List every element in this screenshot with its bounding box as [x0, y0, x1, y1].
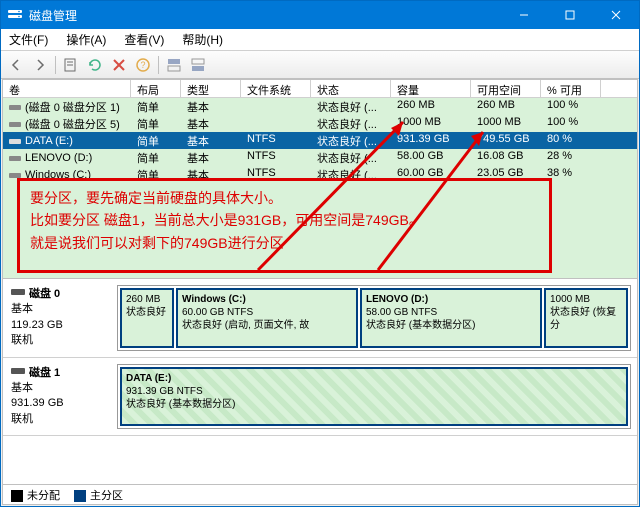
col-capacity[interactable]: 容量 [391, 80, 471, 97]
disk-info: 磁盘 0 基本 119.23 GB 联机 [9, 285, 107, 351]
properties-icon[interactable] [62, 56, 80, 74]
partition[interactable]: LENOVO (D:) 58.00 GB NTFS 状态良好 (基本数据分区) [360, 288, 542, 348]
partition[interactable]: DATA (E:) 931.39 GB NTFS 状态良好 (基本数据分区) [120, 367, 628, 427]
menu-view[interactable]: 查看(V) [120, 29, 168, 50]
view-top-icon[interactable] [165, 56, 183, 74]
legend-unallocated: 未分配 [11, 487, 60, 503]
disk-row: 磁盘 1 基本 931.39 GB 联机 DATA (E:) 931.39 GB… [3, 358, 637, 437]
table-row[interactable]: (磁盘 0 磁盘分区 5) 简单基本状态良好 (...1000 MB1000 M… [3, 115, 637, 132]
table-row[interactable]: DATA (E:) 简单基本NTFS状态良好 (...931.39 GB749.… [3, 132, 637, 149]
minimize-button[interactable] [501, 1, 547, 29]
disk-icon [11, 287, 25, 302]
legend-primary: 主分区 [74, 487, 123, 503]
table-row[interactable]: LENOVO (D:) 简单基本NTFS状态良好 (...58.00 GB16.… [3, 149, 637, 166]
disk-info: 磁盘 1 基本 931.39 GB 联机 [9, 364, 107, 430]
menu-file[interactable]: 文件(F) [5, 29, 52, 50]
partition[interactable]: Windows (C:) 60.00 GB NTFS 状态良好 (启动, 页面文… [176, 288, 358, 348]
refresh-icon[interactable] [86, 56, 104, 74]
annotation-line: 就是说我们可以对剩下的749GB进行分区 [30, 232, 539, 254]
app-icon [7, 7, 23, 23]
disk-icon [11, 366, 25, 381]
col-layout[interactable]: 布局 [131, 80, 181, 97]
window-title: 磁盘管理 [29, 7, 77, 24]
help-icon[interactable]: ? [134, 56, 152, 74]
content-area: 卷 布局 类型 文件系统 状态 容量 可用空间 % 可用 (磁盘 0 磁盘分区 … [2, 79, 638, 505]
drive-icon [9, 153, 21, 163]
partition[interactable]: 1000 MB 状态良好 (恢复分 [544, 288, 628, 348]
col-volume[interactable]: 卷 [3, 80, 131, 97]
toolbar: ? [1, 51, 639, 79]
disk-row: 磁盘 0 基本 119.23 GB 联机 260 MB 状态良好 Windows… [3, 279, 637, 358]
drive-icon [9, 102, 21, 112]
maximize-button[interactable] [547, 1, 593, 29]
window-titlebar: 磁盘管理 [1, 1, 639, 29]
annotation-line: 比如要分区 磁盘1，当前总大小是931GB，可用空间是749GB。 [30, 209, 539, 231]
partition[interactable]: 260 MB 状态良好 [120, 288, 174, 348]
col-status[interactable]: 状态 [311, 80, 391, 97]
annotation-box: 要分区，要先确定当前硬盘的具体大小。 比如要分区 磁盘1，当前总大小是931GB… [17, 178, 552, 273]
back-icon[interactable] [7, 56, 25, 74]
col-percent[interactable]: % 可用 [541, 80, 601, 97]
menubar: 文件(F) 操作(A) 查看(V) 帮助(H) [1, 29, 639, 51]
drive-icon [9, 119, 21, 129]
forward-icon[interactable] [31, 56, 49, 74]
toolbar-separator [55, 56, 56, 74]
menu-help[interactable]: 帮助(H) [178, 29, 227, 50]
svg-text:?: ? [140, 60, 145, 70]
view-bottom-icon[interactable] [189, 56, 207, 74]
toolbar-separator [158, 56, 159, 74]
close-button[interactable] [593, 1, 639, 29]
col-type[interactable]: 类型 [181, 80, 241, 97]
annotation-line: 要分区，要先确定当前硬盘的具体大小。 [30, 187, 539, 209]
volume-table-header: 卷 布局 类型 文件系统 状态 容量 可用空间 % 可用 [3, 80, 637, 98]
delete-icon[interactable] [110, 56, 128, 74]
graphical-view: 磁盘 0 基本 119.23 GB 联机 260 MB 状态良好 Windows… [3, 278, 637, 484]
menu-action[interactable]: 操作(A) [62, 29, 110, 50]
drive-icon [9, 136, 21, 146]
col-filesystem[interactable]: 文件系统 [241, 80, 311, 97]
table-row[interactable]: (磁盘 0 磁盘分区 1) 简单基本状态良好 (...260 MB260 MB1… [3, 98, 637, 115]
legend: 未分配 主分区 [3, 484, 637, 504]
col-free[interactable]: 可用空间 [471, 80, 541, 97]
